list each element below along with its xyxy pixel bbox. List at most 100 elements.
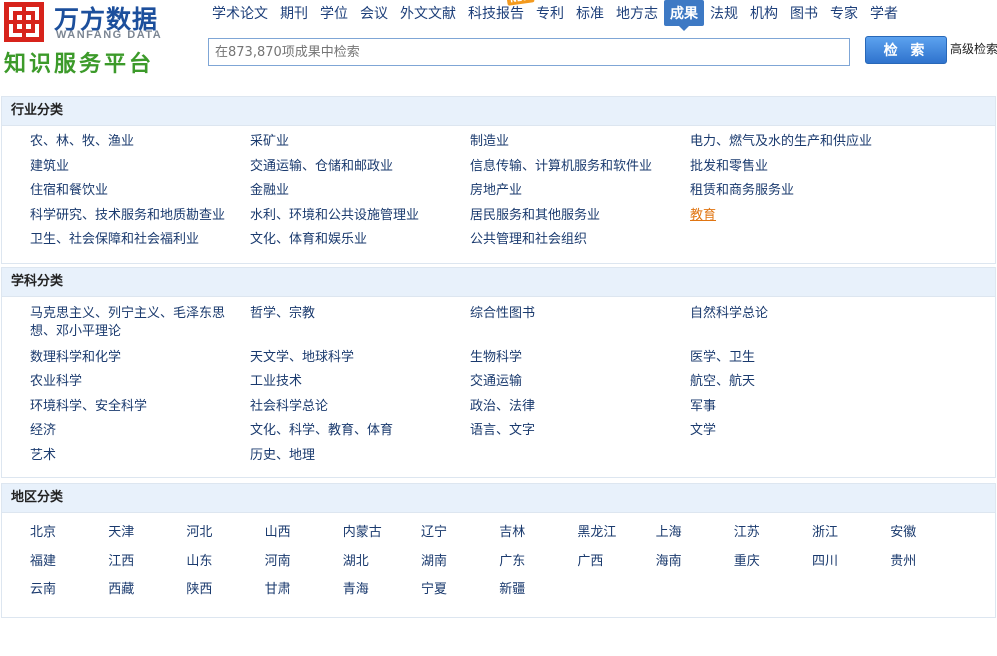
region-item[interactable]: 辽宁 xyxy=(421,524,447,542)
nav-item-12[interactable]: 图书 xyxy=(784,0,824,26)
nav-item-4[interactable]: 外文文献 xyxy=(394,0,462,26)
nav-item-9[interactable]: 成果 xyxy=(664,0,704,31)
industry-item[interactable]: 房地产业 xyxy=(470,182,680,200)
nav-item-label: 法规 xyxy=(710,6,738,22)
industry-item[interactable]: 租赁和商务服务业 xyxy=(690,182,900,200)
industry-item[interactable]: 住宿和餐饮业 xyxy=(30,182,240,200)
subject-item[interactable]: 政治、法律 xyxy=(470,398,680,416)
region-item[interactable]: 天津 xyxy=(108,524,134,542)
region-item[interactable]: 贵州 xyxy=(890,553,916,571)
subject-item[interactable]: 综合性图书 xyxy=(470,305,680,323)
industry-item[interactable]: 采矿业 xyxy=(250,133,460,151)
wanfang-logo[interactable]: 万方数据 WANFANG DATA 知识服务平台 xyxy=(4,2,184,77)
subject-item[interactable]: 航空、航天 xyxy=(690,373,900,391)
nav-item-label: 会议 xyxy=(360,6,388,22)
search-button[interactable]: 检 索 xyxy=(865,36,947,64)
nav-item-6[interactable]: 专利 xyxy=(530,0,570,26)
subject-item[interactable]: 工业技术 xyxy=(250,373,460,391)
region-item[interactable]: 江西 xyxy=(108,553,134,571)
region-item[interactable]: 安徽 xyxy=(890,524,916,542)
subject-item[interactable]: 生物科学 xyxy=(470,349,680,367)
region-item[interactable]: 海南 xyxy=(656,553,682,571)
region-item[interactable]: 西藏 xyxy=(108,581,134,599)
region-item[interactable]: 甘肃 xyxy=(265,581,291,599)
region-item[interactable]: 北京 xyxy=(30,524,56,542)
nav-item-5[interactable]: 科技报告NEW xyxy=(462,0,535,26)
region-item[interactable]: 青海 xyxy=(343,581,369,599)
nav-item-8[interactable]: 地方志 xyxy=(610,0,664,26)
industry-item[interactable]: 建筑业 xyxy=(30,158,240,176)
nav-item-label: 学位 xyxy=(320,6,348,22)
region-item[interactable]: 山西 xyxy=(265,524,291,542)
brand-name-en: WANFANG DATA xyxy=(56,29,163,41)
region-item[interactable]: 湖北 xyxy=(343,553,369,571)
subject-item[interactable]: 农业科学 xyxy=(30,373,240,391)
region-item[interactable]: 四川 xyxy=(812,553,838,571)
industry-item[interactable]: 信息传输、计算机服务和软件业 xyxy=(470,158,680,176)
region-item[interactable]: 山东 xyxy=(186,553,212,571)
region-item[interactable]: 吉林 xyxy=(499,524,525,542)
nav-item-label: 外文文献 xyxy=(400,6,456,22)
industry-item[interactable]: 交通运输、仓储和邮政业 xyxy=(250,158,460,176)
region-item[interactable]: 重庆 xyxy=(734,553,760,571)
industry-item[interactable]: 卫生、社会保障和社会福利业 xyxy=(30,231,240,249)
industry-item[interactable]: 文化、体育和娱乐业 xyxy=(250,231,460,249)
subject-item[interactable]: 文学 xyxy=(690,422,900,440)
subject-item[interactable]: 文化、科学、教育、体育 xyxy=(250,422,460,440)
region-item[interactable]: 湖南 xyxy=(421,553,447,571)
industry-item[interactable]: 教育 xyxy=(690,207,900,225)
subject-item[interactable]: 医学、卫生 xyxy=(690,349,900,367)
region-item[interactable]: 云南 xyxy=(30,581,56,599)
industry-item[interactable]: 科学研究、技术服务和地质勘查业 xyxy=(30,207,240,225)
advanced-search-link[interactable]: 高级检索 xyxy=(950,40,997,57)
industry-item[interactable]: 批发和零售业 xyxy=(690,158,900,176)
industry-item[interactable]: 公共管理和社会组织 xyxy=(470,231,680,249)
industry-item[interactable]: 水利、环境和公共设施管理业 xyxy=(250,207,460,225)
region-item[interactable]: 内蒙古 xyxy=(343,524,382,542)
nav-item-11[interactable]: 机构 xyxy=(744,0,784,26)
nav-item-label: 科技报告 xyxy=(468,6,524,22)
region-item[interactable]: 黑龙江 xyxy=(577,524,616,542)
search-input[interactable] xyxy=(208,38,850,66)
nav-item-2[interactable]: 学位 xyxy=(314,0,354,26)
subject-item[interactable]: 交通运输 xyxy=(470,373,680,391)
industry-item[interactable]: 电力、燃气及水的生产和供应业 xyxy=(690,133,900,151)
nav-item-label: 学术论文 xyxy=(212,6,268,22)
nav-item-1[interactable]: 期刊 xyxy=(274,0,314,26)
region-item[interactable]: 新疆 xyxy=(499,581,525,599)
nav-item-10[interactable]: 法规 xyxy=(704,0,744,26)
industry-item[interactable]: 农、林、牧、渔业 xyxy=(30,133,240,151)
nav-item-label: 专利 xyxy=(536,6,564,22)
subject-item[interactable]: 环境科学、安全科学 xyxy=(30,398,240,416)
industry-item[interactable]: 金融业 xyxy=(250,182,460,200)
region-item[interactable]: 福建 xyxy=(30,553,56,571)
nav-item-7[interactable]: 标准 xyxy=(570,0,610,26)
subject-item[interactable]: 数理科学和化学 xyxy=(30,349,240,367)
region-item[interactable]: 江苏 xyxy=(734,524,760,542)
subject-item[interactable]: 马克思主义、列宁主义、毛泽东思想、邓小平理论 xyxy=(30,305,232,341)
nav-item-0[interactable]: 学术论文 xyxy=(206,0,274,26)
subject-item[interactable]: 经济 xyxy=(30,422,240,440)
region-item[interactable]: 河北 xyxy=(186,524,212,542)
subject-item[interactable]: 哲学、宗教 xyxy=(250,305,460,323)
nav-item-13[interactable]: 专家 xyxy=(824,0,864,26)
subject-item[interactable]: 军事 xyxy=(690,398,900,416)
industry-item[interactable]: 制造业 xyxy=(470,133,680,151)
nav-item-3[interactable]: 会议 xyxy=(354,0,394,26)
subject-item[interactable]: 历史、地理 xyxy=(250,447,460,465)
region-item[interactable]: 浙江 xyxy=(812,524,838,542)
nav-item-label: 图书 xyxy=(790,6,818,22)
region-item[interactable]: 广西 xyxy=(577,553,603,571)
region-item[interactable]: 上海 xyxy=(656,524,682,542)
subject-item[interactable]: 艺术 xyxy=(30,447,240,465)
industry-item[interactable]: 居民服务和其他服务业 xyxy=(470,207,680,225)
subject-item[interactable]: 语言、文字 xyxy=(470,422,680,440)
region-item[interactable]: 广东 xyxy=(499,553,525,571)
region-item[interactable]: 宁夏 xyxy=(421,581,447,599)
region-item[interactable]: 河南 xyxy=(265,553,291,571)
subject-item[interactable]: 社会科学总论 xyxy=(250,398,460,416)
nav-item-14[interactable]: 学者 xyxy=(864,0,904,26)
subject-item[interactable]: 自然科学总论 xyxy=(690,305,900,323)
region-item[interactable]: 陕西 xyxy=(186,581,212,599)
subject-item[interactable]: 天文学、地球科学 xyxy=(250,349,460,367)
